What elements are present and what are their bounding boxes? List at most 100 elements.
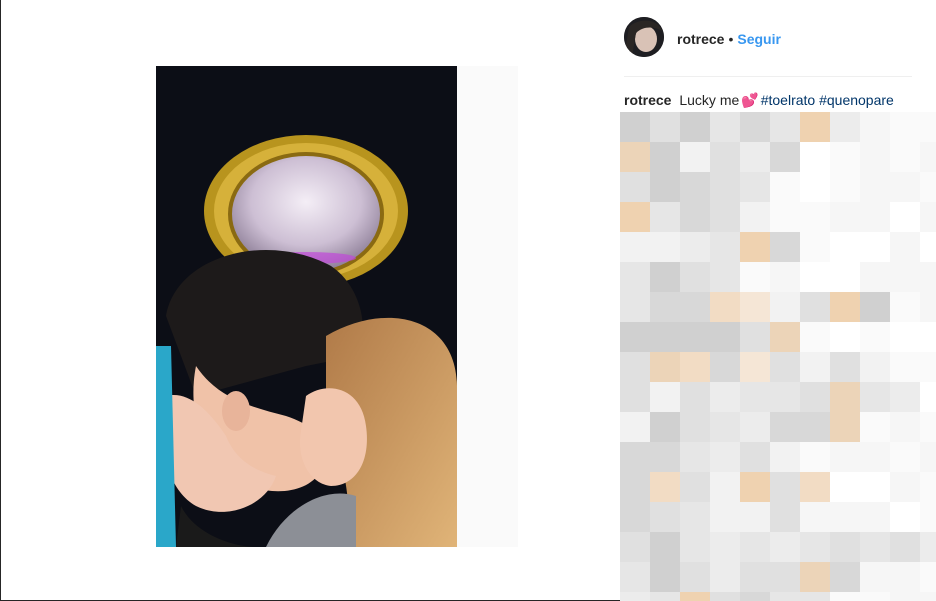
pixel-block [860, 412, 890, 442]
pixel-block [710, 412, 740, 442]
pixel-block [710, 502, 740, 532]
pixel-block [620, 352, 650, 382]
pixel-block [800, 352, 830, 382]
pixel-block [830, 502, 860, 532]
pixel-block [680, 442, 710, 472]
pixel-block [770, 352, 800, 382]
pixel-block [680, 472, 710, 502]
pixel-block [800, 412, 830, 442]
pixel-block [620, 112, 650, 142]
pixel-block [740, 352, 770, 382]
post-photo-image [156, 66, 457, 547]
pixel-block [770, 562, 800, 592]
post-photo[interactable] [156, 66, 457, 547]
pixel-block [650, 262, 680, 292]
pixel-block [620, 442, 650, 472]
pixel-block [710, 562, 740, 592]
pixel-block [860, 532, 890, 562]
pixel-block [860, 202, 890, 232]
pixel-block [740, 502, 770, 532]
pixel-block [680, 412, 710, 442]
pixel-block [890, 292, 920, 322]
pixel-block [920, 352, 936, 382]
pixel-block [830, 112, 860, 142]
pixel-block [920, 562, 936, 592]
pixel-block [680, 142, 710, 172]
pixel-block [680, 562, 710, 592]
pixel-block [830, 412, 860, 442]
pixel-block [740, 412, 770, 442]
pixel-block [740, 472, 770, 502]
author-username-link[interactable]: rotrece [677, 31, 724, 47]
pixel-block [620, 172, 650, 202]
pixel-block [620, 412, 650, 442]
pixel-block [830, 202, 860, 232]
follow-button[interactable]: Seguir [737, 31, 781, 47]
hashtag-link[interactable]: #toelrato [761, 92, 815, 108]
pixel-block [680, 532, 710, 562]
pixel-block [680, 502, 710, 532]
pixel-block [710, 592, 740, 601]
pixel-block [800, 472, 830, 502]
caption-username-link[interactable]: rotrece [624, 92, 671, 108]
pixel-block [650, 412, 680, 442]
pixel-block [710, 172, 740, 202]
pixel-block [830, 262, 860, 292]
pixel-block [680, 382, 710, 412]
pixel-block [890, 562, 920, 592]
pixel-block [860, 112, 890, 142]
pixel-block [770, 322, 800, 352]
pixel-block [740, 532, 770, 562]
pixel-block [680, 322, 710, 352]
pixel-block [860, 172, 890, 202]
pixel-block [650, 322, 680, 352]
pixel-block [890, 502, 920, 532]
pixel-block [860, 442, 890, 472]
pixel-block [890, 262, 920, 292]
pixel-block [710, 352, 740, 382]
pixel-block [620, 382, 650, 412]
pixel-block [650, 532, 680, 562]
pixel-block [650, 502, 680, 532]
two-hearts-emoji: 💕 [741, 92, 759, 108]
pixel-block [770, 142, 800, 172]
pixel-block [740, 202, 770, 232]
pixel-block [680, 112, 710, 142]
pixel-block [770, 292, 800, 322]
pixel-block [920, 262, 936, 292]
pixel-block [620, 562, 650, 592]
pixel-block [770, 262, 800, 292]
pixel-block [800, 382, 830, 412]
pixel-block [650, 202, 680, 232]
pixel-block [740, 292, 770, 322]
pixel-block [680, 292, 710, 322]
pixel-block [680, 232, 710, 262]
pixel-block [710, 442, 740, 472]
pixel-block [740, 232, 770, 262]
pixel-block [890, 142, 920, 172]
pixel-block [830, 292, 860, 322]
pixel-block [800, 262, 830, 292]
pixel-block [710, 382, 740, 412]
profile-avatar[interactable] [624, 17, 664, 57]
pixel-block [800, 442, 830, 472]
pixel-block [710, 232, 740, 262]
pixel-block [800, 172, 830, 202]
pixel-block [680, 592, 710, 601]
pixel-block [770, 472, 800, 502]
pixel-block [710, 112, 740, 142]
pixel-block [770, 202, 800, 232]
pixel-block [740, 382, 770, 412]
pixel-block [650, 232, 680, 262]
pixel-block [620, 202, 650, 232]
pixel-block [800, 592, 830, 601]
pixel-block [650, 562, 680, 592]
pixel-block [920, 142, 936, 172]
header-separator: • [728, 31, 734, 47]
hashtag-link[interactable]: #quenopare [819, 92, 894, 108]
pixel-block [800, 202, 830, 232]
pixel-block [800, 532, 830, 562]
pixel-block [650, 172, 680, 202]
pixel-block [680, 172, 710, 202]
pixel-block [830, 142, 860, 172]
